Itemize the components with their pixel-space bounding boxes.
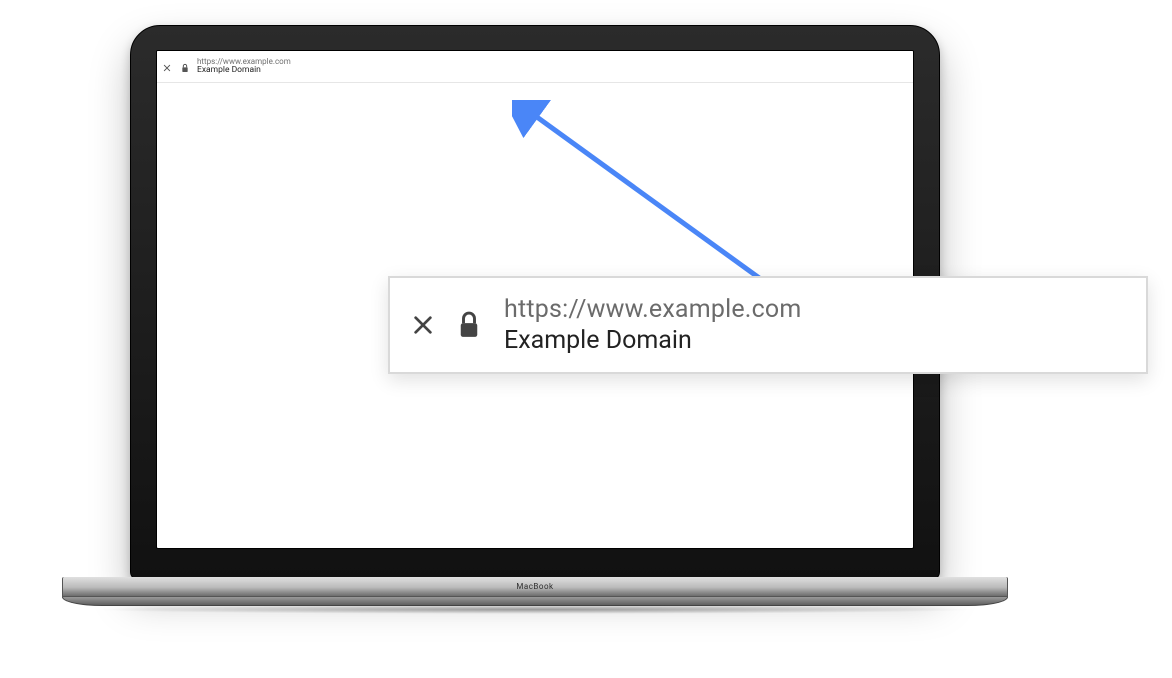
laptop-hinge: MacBook [62, 577, 1008, 597]
lock-icon[interactable] [181, 63, 189, 73]
browser-bar-text: https://www.example.com Example Domain [197, 57, 291, 76]
browser-bar-zoom-callout: https://www.example.com Example Domain [388, 276, 1148, 374]
callout-text: https://www.example.com Example Domain [504, 294, 801, 357]
browser-bar-controls [163, 57, 189, 73]
page-title: Example Domain [504, 325, 801, 356]
laptop-base: MacBook [62, 577, 1008, 615]
browser-bar: https://www.example.com Example Domain [157, 51, 913, 83]
address-url[interactable]: https://www.example.com [504, 294, 801, 325]
close-icon[interactable] [412, 314, 434, 336]
laptop-shadow [90, 605, 979, 614]
lock-icon[interactable] [458, 311, 480, 339]
close-icon[interactable] [163, 64, 171, 72]
page-title: Example Domain [197, 66, 291, 76]
device-label: MacBook [516, 582, 553, 591]
